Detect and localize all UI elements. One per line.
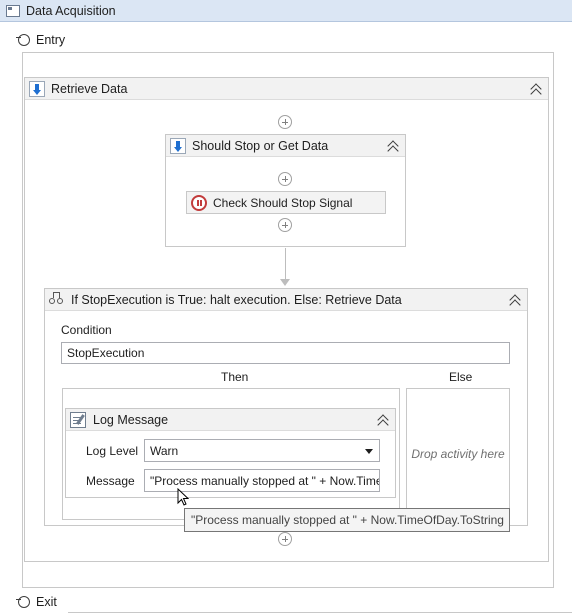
should-stop-header[interactable]: Should Stop or Get Data <box>166 135 405 157</box>
exit-section[interactable]: Exit <box>16 595 57 609</box>
exit-divider <box>68 612 572 613</box>
else-drop-zone[interactable]: Drop activity here <box>406 388 510 520</box>
exit-icon <box>16 596 30 608</box>
collapse-icon[interactable] <box>377 413 389 431</box>
connector-arrow-icon <box>280 279 290 286</box>
connector-line <box>285 248 286 279</box>
entry-section[interactable]: Entry <box>16 33 66 47</box>
collapse-icon[interactable] <box>530 82 542 100</box>
check-should-stop-label: Check Should Stop Signal <box>213 195 353 210</box>
entry-icon <box>16 34 30 46</box>
then-label: Then <box>221 370 249 384</box>
stop-signal-icon <box>191 194 207 211</box>
message-tooltip: "Process manually stopped at " + Now.Tim… <box>184 508 510 532</box>
if-icon <box>49 291 65 308</box>
drop-activity-hint: Drop activity here <box>411 447 505 461</box>
dropdown-arrow-icon[interactable] <box>365 449 373 454</box>
collapse-icon[interactable] <box>509 293 521 311</box>
message-label: Message <box>86 474 135 488</box>
collapse-icon[interactable] <box>387 139 399 157</box>
log-message-icon <box>70 411 86 428</box>
add-activity-icon[interactable] <box>278 172 292 186</box>
log-level-select[interactable]: Warn <box>144 439 380 462</box>
add-activity-icon[interactable] <box>278 218 292 232</box>
entry-label: Entry <box>36 33 66 47</box>
window-icon <box>6 4 20 17</box>
log-level-label: Log Level <box>86 444 139 458</box>
window-title-bar: Data Acquisition <box>0 0 572 22</box>
if-header[interactable]: If StopExecution is True: halt execution… <box>45 289 527 311</box>
mouse-cursor-icon <box>177 488 189 506</box>
log-message-header[interactable]: Log Message <box>66 409 395 431</box>
condition-input[interactable]: StopExecution <box>61 342 510 364</box>
if-title: If StopExecution is True: halt execution… <box>71 292 402 307</box>
retrieve-data-title: Retrieve Data <box>51 81 128 96</box>
else-label: Else <box>449 370 473 384</box>
exit-label: Exit <box>36 595 57 609</box>
sequence-icon <box>170 137 186 154</box>
should-stop-title: Should Stop or Get Data <box>192 138 329 153</box>
add-activity-icon[interactable] <box>278 115 292 129</box>
retrieve-data-header[interactable]: Retrieve Data <box>25 78 548 100</box>
add-activity-icon[interactable] <box>278 532 292 546</box>
condition-label: Condition <box>61 323 112 337</box>
window-title: Data Acquisition <box>26 3 116 18</box>
log-level-value: Warn <box>150 443 179 458</box>
sequence-icon <box>29 80 45 97</box>
check-should-stop-activity[interactable]: Check Should Stop Signal <box>186 191 386 214</box>
log-message-title: Log Message <box>93 412 169 427</box>
